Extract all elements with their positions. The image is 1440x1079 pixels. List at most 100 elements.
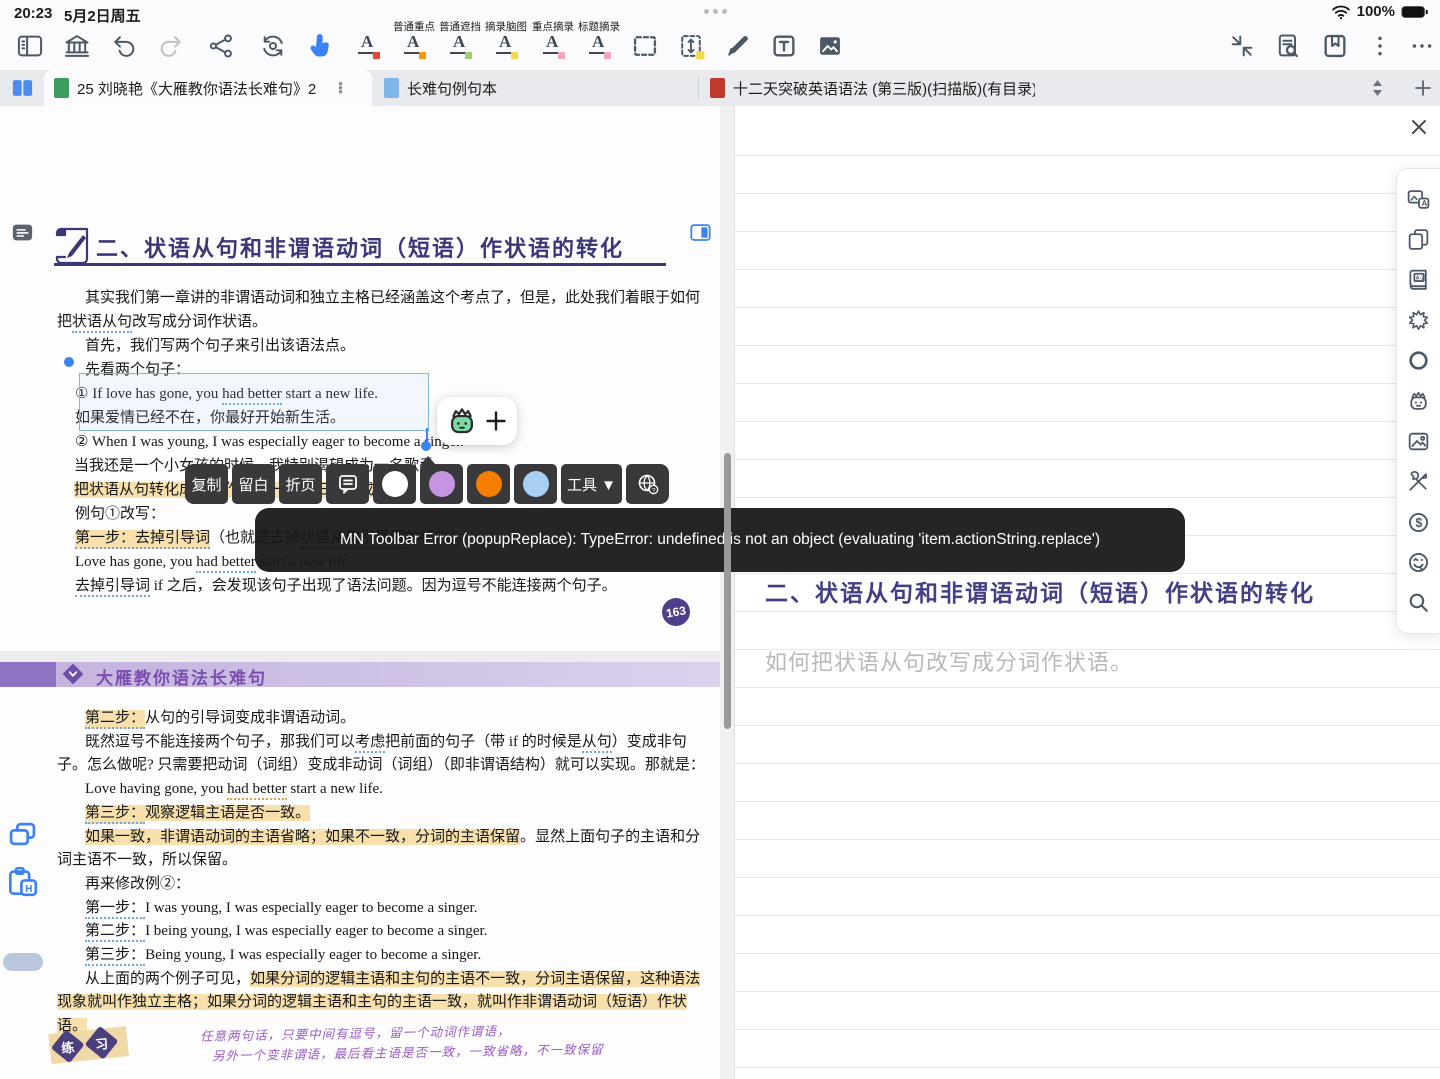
main-toolbar: AA普通重点A普通遮挡A摘录脑图A重点摘录A标题摘录 bbox=[0, 28, 1440, 70]
tab-menu-icon[interactable]: ••• bbox=[338, 82, 343, 94]
library-icon[interactable] bbox=[63, 32, 91, 60]
tab-document-3[interactable]: 十二天突破英语语法 (第三版)(扫描版)(有目录) (武... bbox=[700, 70, 1045, 106]
photo-icon[interactable] bbox=[1406, 429, 1431, 454]
doc-line: 如果一致，非谓语动词的主语省略；如果不一致，分词的主语保留。显然上面句子的主语和… bbox=[57, 826, 707, 873]
page-title: 二、状语从句和非谓语动词（短语）作状语的转化 bbox=[96, 231, 624, 263]
image-box-icon[interactable] bbox=[816, 32, 844, 60]
scrollbar-thumb[interactable] bbox=[724, 453, 731, 729]
color-white-button[interactable] bbox=[373, 464, 416, 504]
battery-icon bbox=[1401, 5, 1428, 19]
share-nodes-icon[interactable] bbox=[207, 32, 235, 60]
add-tab-icon[interactable] bbox=[1413, 78, 1433, 98]
doc-line: 去掉引导词 if 之后，会发现该句子出现了语法问题。因为逗号不能连接两个句子。 bbox=[57, 574, 707, 598]
close-icon[interactable] bbox=[1408, 116, 1430, 138]
banner-diamond-icon bbox=[62, 663, 84, 685]
error-toast: MN Toolbar Error (popupReplace): TypeErr… bbox=[255, 508, 1185, 572]
split-page-icon[interactable] bbox=[690, 223, 711, 242]
battery-percent: 100% bbox=[1357, 3, 1395, 20]
globe-help-icon: ? bbox=[636, 472, 660, 496]
quick-action-popup[interactable] bbox=[437, 397, 517, 445]
selection-handle-start[interactable] bbox=[64, 357, 74, 367]
date: 5月2日周五 bbox=[64, 5, 141, 26]
dollar-icon[interactable]: $ bbox=[1406, 510, 1431, 535]
web-help-button[interactable]: ? bbox=[626, 464, 669, 504]
smiley-wink-icon[interactable] bbox=[1406, 550, 1431, 575]
text-selection-box[interactable] bbox=[79, 373, 429, 431]
tab-bar: 25 刘晓艳《大雁教你语法长难句》2 ••• 长难句例句本 十二天突破英语语法 … bbox=[0, 70, 1440, 107]
paste-style-icon[interactable]: H bbox=[7, 866, 38, 897]
expand-vertical-icon[interactable] bbox=[677, 32, 705, 60]
collapsed-handle[interactable] bbox=[3, 953, 43, 971]
doc-line: 再来修改例②： bbox=[57, 873, 707, 897]
annotation-list-icon[interactable] bbox=[12, 223, 33, 242]
book-icon[interactable] bbox=[1321, 32, 1349, 60]
burst-icon[interactable] bbox=[1406, 308, 1431, 333]
doc-line: 其实我们第一章讲的非谓语动词和独立主格已经涵盖这个考点了，但是，此处我们着眼于如… bbox=[57, 286, 707, 334]
fold-page-button[interactable]: 折页 bbox=[279, 464, 322, 504]
doc-section-2: 第二步：从句的引导词变成非谓语动词。既然逗号不能连接两个句子，那我们可以考虑把前… bbox=[57, 707, 707, 1039]
tab-separator bbox=[698, 77, 699, 99]
status-bar: 20:23 5月2日周五 100% bbox=[0, 0, 1440, 28]
undo-icon[interactable] bbox=[110, 32, 138, 60]
dictionary-icon[interactable]: A·Z bbox=[1406, 267, 1431, 292]
tab-document-2[interactable]: 长难句例句本 bbox=[374, 70, 696, 106]
excerpt-style-4-button[interactable]: A bbox=[492, 32, 520, 60]
toolbar-pointer bbox=[420, 456, 436, 465]
document-page[interactable]: 二、状语从句和非谓语动词（短语）作状语的转化 其实我们第一章讲的非谓语动词和独立… bbox=[0, 106, 720, 1079]
sidebar-panel-icon[interactable] bbox=[16, 32, 44, 60]
dashed-select-icon[interactable] bbox=[631, 32, 659, 60]
marginnote-app: 20:23 5月2日周五 100% AA普通重点A普通遮挡A摘录脑图A重点摘录A… bbox=[0, 0, 1440, 1079]
robot-assistant-icon[interactable] bbox=[447, 405, 477, 437]
split-view-icon[interactable] bbox=[12, 79, 33, 97]
color-purple-button[interactable] bbox=[420, 464, 463, 504]
color-blue-button[interactable] bbox=[514, 464, 557, 504]
translate-image-icon[interactable]: A bbox=[1406, 187, 1431, 212]
tab-sort-icon[interactable] bbox=[1369, 78, 1386, 98]
add-excerpt-icon[interactable] bbox=[485, 410, 507, 432]
redo-icon[interactable] bbox=[157, 32, 185, 60]
color-dot bbox=[429, 471, 455, 497]
search-icon[interactable] bbox=[1406, 590, 1431, 615]
excerpt-style-label: 标题摘录 bbox=[578, 19, 620, 34]
copy-selection-icon[interactable] bbox=[9, 822, 36, 847]
robot-icon[interactable] bbox=[1406, 388, 1431, 413]
title-scroll-icon bbox=[53, 223, 93, 268]
copy-button[interactable]: 复制 bbox=[185, 464, 228, 504]
book-thumbnail bbox=[710, 78, 725, 98]
doc-line: 第三步：观察逻辑主语是否一致。 bbox=[57, 802, 707, 826]
excerpt-style-3-button[interactable]: A bbox=[446, 32, 474, 60]
tools-button[interactable]: 工具 ▼ bbox=[561, 464, 622, 504]
selection-handle-end[interactable] bbox=[421, 441, 431, 451]
circle-icon[interactable] bbox=[1406, 348, 1431, 373]
doc-line: 既然逗号不能连接两个句子，那我们可以考虑把前面的句子（带 if 的时候是从句）变… bbox=[57, 731, 707, 778]
color-orange-button[interactable] bbox=[467, 464, 510, 504]
excerpt-style-label: 普通遮挡 bbox=[439, 19, 481, 34]
hand-pointer-icon[interactable] bbox=[306, 32, 334, 60]
doc-line: Love having gone, you had better start a… bbox=[57, 778, 707, 802]
pencil-icon[interactable] bbox=[724, 32, 752, 60]
more-horizontal-icon[interactable] bbox=[1408, 32, 1436, 60]
practice-badge: 练 习 bbox=[48, 1020, 133, 1076]
text-box-icon[interactable] bbox=[770, 32, 798, 60]
excerpt-style-1-button[interactable]: A bbox=[354, 32, 382, 60]
selection-toolbar: 复制留白折页 工具 ▼? bbox=[185, 464, 669, 504]
tab-document-1[interactable]: 25 刘晓艳《大雁教你语法长难句》2 ••• bbox=[44, 70, 372, 106]
doc-line: 第三步：Being young, I was especially eager … bbox=[57, 944, 707, 968]
sync-settings-icon[interactable] bbox=[259, 32, 287, 60]
collapse-icon[interactable] bbox=[1228, 32, 1256, 60]
color-dot bbox=[382, 471, 408, 497]
excerpt-style-6-button[interactable]: A bbox=[585, 32, 613, 60]
doc-search-icon[interactable] bbox=[1274, 32, 1302, 60]
excerpt-style-5-button[interactable]: A bbox=[539, 32, 567, 60]
comment-button[interactable] bbox=[326, 464, 369, 504]
tab-title: 25 刘晓艳《大雁教你语法长难句》2 bbox=[77, 78, 316, 99]
page-gap bbox=[0, 651, 720, 662]
blank-button[interactable]: 留白 bbox=[232, 464, 275, 504]
tab-title: 十二天突破英语语法 (第三版)(扫描版)(有目录) (武... bbox=[733, 78, 1035, 99]
tools-icon[interactable] bbox=[1406, 469, 1431, 494]
more-vertical-icon[interactable] bbox=[1366, 32, 1394, 60]
copy-pages-icon[interactable] bbox=[1406, 227, 1431, 252]
excerpt-title[interactable]: 二、状语从句和非谓语动词（短语）作状语的转化 bbox=[765, 574, 1315, 608]
excerpt-style-2-button[interactable]: A bbox=[400, 32, 428, 60]
excerpt-comment[interactable]: 如何把状语从句改写成分词作状语。 bbox=[765, 645, 1133, 677]
